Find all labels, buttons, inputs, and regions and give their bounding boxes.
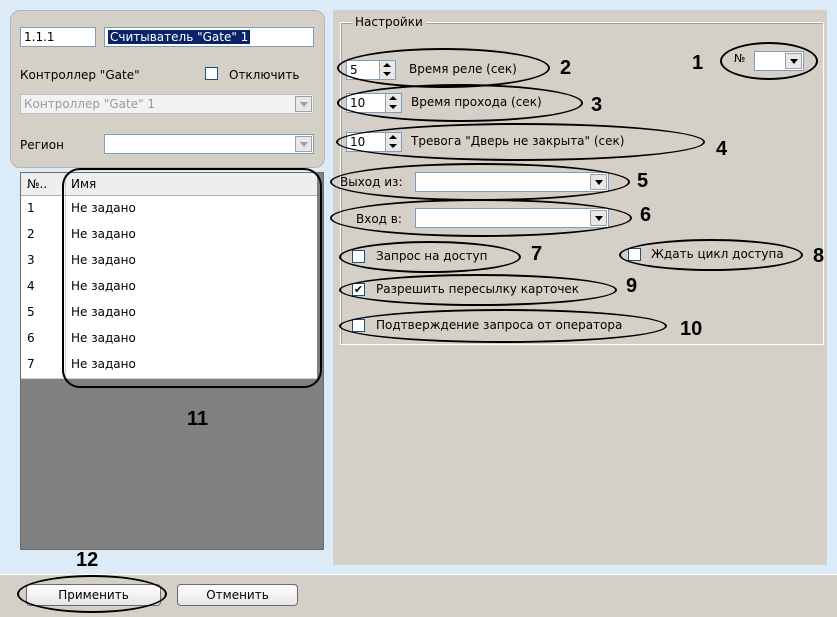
annotation-ring-5 [330,163,630,201]
annotation-number-10: 10 [680,318,703,340]
row-no: 2 [27,227,35,241]
controller-label: Контроллер "Gate" [20,68,140,82]
disable-checkbox[interactable] [205,67,218,80]
annotation-ring-4 [336,123,705,161]
annotation-ring-9 [339,274,617,306]
annotation-number-4: 4 [716,138,728,160]
region-select[interactable] [104,134,314,154]
annotation-number-2: 2 [560,57,572,79]
disable-label: Отключить [229,68,300,82]
row-no: 4 [27,279,35,293]
annotation-number-1: 1 [692,52,704,74]
cancel-button[interactable]: Отменить [177,584,298,606]
annotation-ring-10 [339,309,667,343]
annotation-number-7: 7 [531,243,543,265]
row-no: 6 [27,331,35,345]
annotation-number-3: 3 [591,94,603,116]
annotation-ring-3 [337,84,583,122]
annotation-ring-11 [62,168,322,388]
settings-title: Настройки [352,15,426,29]
annotation-ring-1 [720,42,818,80]
row-no: 7 [27,357,35,371]
reader-name-field[interactable]: Считыватель "Gate" 1 [104,27,314,47]
row-no: 1 [27,201,35,215]
row-no: 3 [27,253,35,267]
annotation-number-5: 5 [637,170,649,192]
region-label: Регион [20,138,64,152]
annotation-ring-12 [17,575,167,613]
annotation-number-12: 12 [76,549,99,571]
annotation-ring-6 [330,199,632,237]
annotation-ring-8 [619,239,803,271]
row-no: 5 [27,305,35,319]
annotation-number-8: 8 [813,245,825,267]
chevron-down-icon [295,136,312,152]
reader-id-field[interactable]: 1.1.1 [20,27,96,47]
annotation-number-9: 9 [626,275,638,297]
controller-select[interactable]: Контроллер "Gate" 1 [20,94,314,114]
annotation-number-6: 6 [640,204,652,226]
annotation-ring-7 [339,241,521,273]
annotation-number-11: 11 [187,408,209,430]
annotation-ring-2 [337,48,550,88]
chevron-down-icon [295,96,312,112]
column-no[interactable]: №.. [27,177,47,191]
